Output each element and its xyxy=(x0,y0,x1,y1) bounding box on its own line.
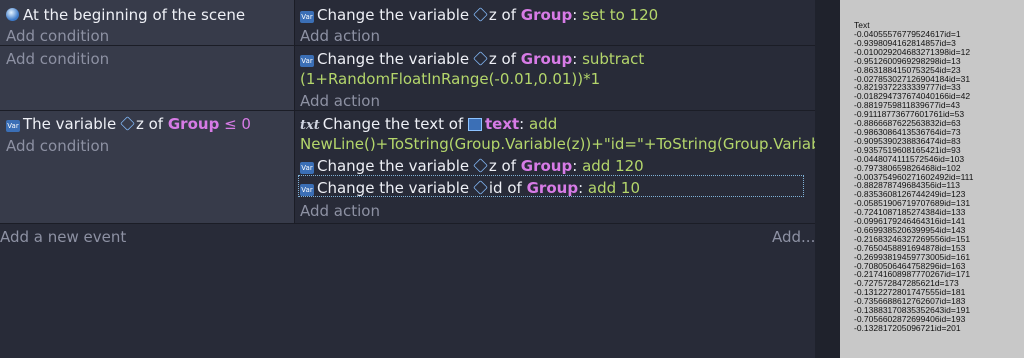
text-action-icon: txt xyxy=(300,118,320,133)
event-row[interactable]: At the beginning of the scene Add condit… xyxy=(0,0,815,46)
events-sheet: At the beginning of the scene Add condit… xyxy=(0,0,865,358)
variable-icon: Var xyxy=(6,120,20,132)
panel-divider xyxy=(815,0,840,358)
variable-icon: Var xyxy=(300,162,314,174)
object-name: Group xyxy=(520,6,573,24)
action-line[interactable]: txt Change the text of text: add xyxy=(300,114,557,136)
add-new-event-link[interactable]: Add a new event xyxy=(0,228,126,246)
add-action-link[interactable]: Add action xyxy=(300,91,380,111)
actions-panel[interactable]: txt Change the text of text: add NewLine(… xyxy=(296,111,865,223)
preview-text-lines: -0.04055576779524617id=1 -0.9398094162814… xyxy=(854,30,974,333)
variable-cube-icon xyxy=(473,158,488,173)
action-line[interactable]: Var Change the variable z of Group: set t… xyxy=(300,5,658,25)
conditions-panel[interactable]: Add condition xyxy=(0,46,295,110)
scene-icon xyxy=(6,8,19,21)
event-row[interactable]: Var The variable z of Group ≤ 0 Add condi… xyxy=(0,111,865,224)
variable-cube-icon xyxy=(473,51,488,66)
object-name: Group xyxy=(167,115,220,133)
add-condition-link[interactable]: Add condition xyxy=(6,136,109,156)
variable-icon: Var xyxy=(300,11,314,23)
object-name: text xyxy=(484,115,520,133)
condition-line[interactable]: Var The variable z of Group ≤ 0 xyxy=(6,114,251,134)
variable-icon: Var xyxy=(300,55,314,67)
add-condition-link[interactable]: Add condition xyxy=(6,49,109,69)
condition-line[interactable]: At the beginning of the scene xyxy=(6,5,245,25)
action-value: add 120 xyxy=(582,157,644,175)
action-line[interactable]: Var Change the variable z of Group: add 1… xyxy=(300,156,644,176)
object-name: Group xyxy=(520,157,573,175)
add-action-link[interactable]: Add action xyxy=(300,201,380,221)
selection-outline xyxy=(298,175,804,197)
condition-text: At the beginning of the scene xyxy=(23,6,246,24)
add-condition-link[interactable]: Add condition xyxy=(6,26,109,46)
event-row[interactable]: Add condition Var Change the variable z o… xyxy=(0,46,815,111)
action-line[interactable]: Var Change the variable z of Group: subtr… xyxy=(300,49,644,69)
actions-panel[interactable]: Var Change the variable z of Group: set t… xyxy=(296,0,815,45)
game-preview: Text -0.04055576779524617id=1 -0.93980941… xyxy=(840,0,1024,358)
conditions-panel[interactable]: At the beginning of the scene Add condit… xyxy=(0,0,295,45)
conditions-panel[interactable]: Var The variable z of Group ≤ 0 Add condi… xyxy=(0,111,295,223)
text-object-icon xyxy=(467,118,482,131)
actions-panel[interactable]: Var Change the variable z of Group: subtr… xyxy=(296,46,815,110)
action-value: set to 120 xyxy=(582,6,659,24)
action-expression: (1+RandomFloatInRange(-0.01,0.01))*1 xyxy=(300,70,601,88)
action-value: subtract xyxy=(582,50,645,68)
preview-line: -0.132817205096721id=201 xyxy=(854,322,961,333)
add-more-button[interactable]: Add... xyxy=(772,228,815,246)
comparison-value: ≤ 0 xyxy=(224,115,251,133)
variable-cube-icon xyxy=(473,7,488,22)
action-value: add xyxy=(529,115,558,133)
action-expression: NewLine()+ToString(Group.Variable(z))+"i… xyxy=(300,135,866,153)
add-action-link[interactable]: Add action xyxy=(300,26,380,46)
variable-cube-icon xyxy=(120,116,135,131)
object-name: Group xyxy=(520,50,573,68)
